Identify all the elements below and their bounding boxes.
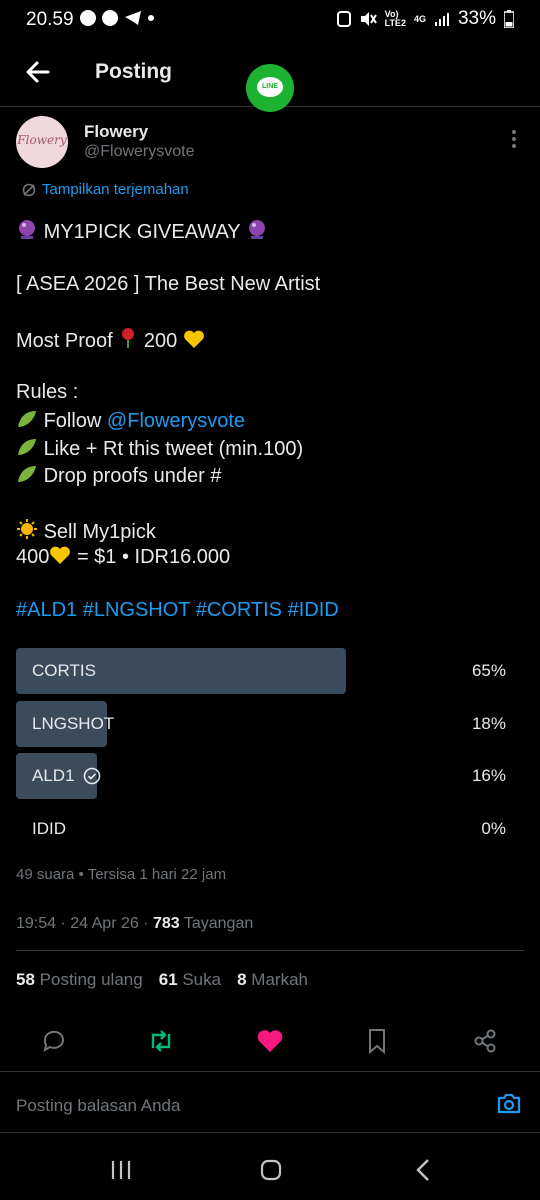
more-notifications-icon <box>148 15 154 21</box>
reply-composer[interactable]: Posting balasan Anda <box>0 1071 540 1133</box>
post-line-title: MY1PICK GIVEAWAY <box>16 218 268 244</box>
status-bar: 20.59 Vo) LTE2 4G 33% <box>0 0 540 40</box>
network-type: 4G <box>413 13 426 24</box>
views-count: 783 <box>152 915 180 932</box>
leaf-emoji-icon <box>18 439 36 455</box>
timestamp: 19:54 · 24 Apr 26 · <box>16 915 153 932</box>
back-nav-icon[interactable] <box>414 1158 432 1182</box>
reply-input[interactable]: Posting balasan Anda <box>16 1096 180 1116</box>
share-icon <box>474 1029 496 1053</box>
notification-icons <box>80 10 154 26</box>
volte-indicator: Vo) LTE2 <box>384 9 406 28</box>
rose-emoji-icon <box>122 328 135 348</box>
post-meta: 19:54 · 24 Apr 26 · 783 Tayangan <box>16 915 253 933</box>
action-bar <box>0 1023 540 1059</box>
status-time: 20.59 <box>26 9 74 30</box>
poll-option[interactable]: ALD1 16% <box>16 753 524 799</box>
leaf-emoji-icon <box>18 466 36 482</box>
reposts-stat[interactable]: 58 Posting ulang <box>16 970 143 990</box>
rules-title: Rules : <box>16 381 79 403</box>
divider <box>16 950 524 951</box>
translate-icon <box>22 183 36 196</box>
yellow-heart-emoji-icon <box>50 546 71 564</box>
recents-icon[interactable] <box>110 1160 132 1180</box>
recycle-icon <box>336 11 351 27</box>
post-line-prize: Most Proof 200 <box>16 327 205 353</box>
battery-percent: 33% <box>457 8 496 29</box>
poll-summary: 49 suara • Tersisa 1 hari 22 jam <box>16 866 227 883</box>
bookmark-icon <box>369 1029 385 1054</box>
more-options-icon[interactable] <box>505 128 523 150</box>
poll-percent: 18% <box>471 714 506 733</box>
avatar[interactable]: Flowery <box>16 116 68 168</box>
bookmarks-stat[interactable]: 8 Markah <box>237 970 308 990</box>
poll-option[interactable]: CORTIS 65% <box>16 648 524 694</box>
repost-icon <box>151 1030 171 1052</box>
likes-stat[interactable]: 61 Suka <box>159 970 221 990</box>
sell-line: Sell My1pick <box>16 518 156 544</box>
crystal-ball-emoji-icon <box>19 220 35 239</box>
reply-button[interactable] <box>38 1023 70 1059</box>
rule-follow: Follow @Flowerysvote <box>16 409 245 433</box>
camera-icon[interactable] <box>496 1091 522 1115</box>
poll-option[interactable]: IDID 0% <box>16 806 524 852</box>
poll-percent: 0% <box>481 819 506 838</box>
rule-like: Like + Rt this tweet (min.100) <box>16 437 303 461</box>
poll-percent: 16% <box>471 766 506 785</box>
heart-filled-icon <box>257 1030 283 1052</box>
bookmark-button[interactable] <box>361 1023 393 1059</box>
rule-proofs: Drop proofs under # <box>16 464 221 488</box>
author-name[interactable]: Flowery <box>84 122 148 142</box>
author-handle[interactable]: @Flowerysvote <box>84 143 195 161</box>
battery-icon <box>504 10 514 28</box>
system-nav-bar <box>0 1140 540 1200</box>
poll-option[interactable]: LNGSHOT 18% <box>16 701 524 747</box>
translate-label: Tampilkan terjemahan <box>42 181 189 198</box>
system-icons: Vo) LTE2 4G 33% <box>336 8 514 30</box>
translate-link[interactable]: Tampilkan terjemahan <box>22 181 189 198</box>
back-arrow-icon[interactable] <box>22 56 54 88</box>
share-button[interactable] <box>469 1023 501 1059</box>
check-circle-icon <box>83 767 100 785</box>
engagement-stats: 58 Posting ulang 61 Suka 8 Markah <box>16 970 308 990</box>
line-chat-bubble-icon[interactable]: LINE <box>246 64 294 112</box>
like-button[interactable] <box>254 1023 286 1059</box>
signal-icon <box>434 13 449 26</box>
crystal-ball-emoji-icon <box>248 220 265 239</box>
price-line: 400 = $1 • IDR16.000 <box>16 546 231 568</box>
page-title: Posting <box>95 60 172 83</box>
telegram-notification-icon <box>125 11 141 25</box>
reply-icon <box>43 1030 64 1053</box>
repost-button[interactable] <box>145 1023 177 1059</box>
poll-percent: 65% <box>471 661 506 680</box>
home-icon[interactable] <box>260 1159 282 1181</box>
whatsapp-notification-icon <box>102 10 118 26</box>
hashtags[interactable]: #ALD1 #LNGSHOT #CORTIS #IDID <box>16 599 339 622</box>
line-notification-icon <box>80 10 96 26</box>
leaf-emoji-icon <box>18 411 36 427</box>
mention-link[interactable]: @Flowerysvote <box>107 410 245 432</box>
mute-icon <box>360 12 377 26</box>
post-line-event: [ ASEA 2026 ] The Best New Artist <box>16 273 321 295</box>
views-label: Tayangan <box>179 915 254 932</box>
yellow-heart-emoji-icon <box>183 330 204 348</box>
sun-emoji-icon <box>17 519 37 539</box>
